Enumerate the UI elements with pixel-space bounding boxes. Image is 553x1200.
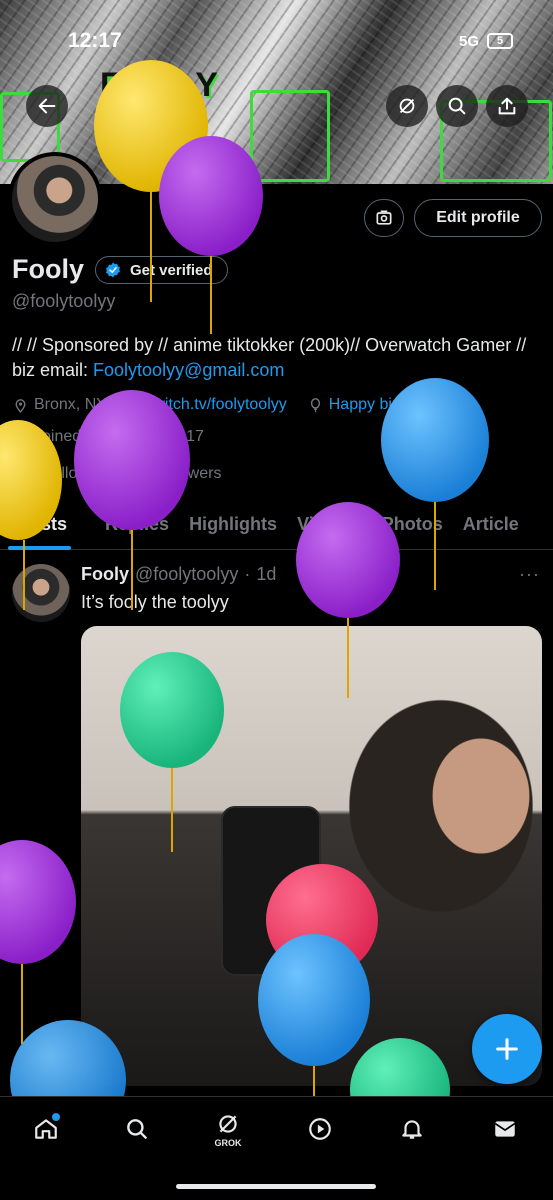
tab-photos[interactable]: Photos (366, 500, 453, 550)
post-author-name[interactable]: Fooly (81, 564, 129, 585)
profile-bio: // // Sponsored by // anime tiktokker (2… (12, 333, 542, 383)
post-separator: · (244, 564, 251, 584)
birthday-item: Happy birthday! (307, 396, 441, 414)
website-link[interactable]: twitch.tv/foolytoolyy (149, 396, 287, 414)
nav-videos[interactable] (300, 1109, 340, 1149)
location-label: Bronx, NY (34, 396, 107, 413)
mail-icon (494, 1121, 516, 1137)
location-item: Bronx, NY (12, 396, 107, 414)
search-button[interactable] (436, 85, 478, 127)
grok-icon (399, 98, 415, 114)
followers-link[interactable]: 661 Followers (122, 465, 221, 483)
compose-button[interactable] (472, 1014, 542, 1084)
battery-icon: 5 (487, 33, 513, 49)
balloon-icon (310, 397, 320, 412)
banner-logo: FOOLY (100, 66, 219, 104)
post-text: It’s fooly the toolyy (81, 592, 229, 612)
nav-notifications[interactable] (392, 1109, 432, 1149)
bio-email-link[interactable]: Foolytoolyy@gmail.com (93, 360, 284, 380)
network-label: 5G (458, 32, 479, 50)
profile-joined: Joined September 2017 (12, 428, 218, 446)
phone-in-photo (221, 806, 321, 976)
get-verified-button[interactable]: Get verified (95, 256, 228, 284)
banner-frame (250, 90, 330, 182)
balloon-icon (0, 840, 76, 964)
birthday-label[interactable]: Happy birthday! (329, 396, 441, 414)
nav-messages[interactable] (485, 1109, 525, 1149)
profile-avatar[interactable] (8, 152, 102, 246)
tab-highlights[interactable]: Highlights (179, 500, 287, 550)
share-icon (498, 97, 516, 115)
back-arrow-icon (38, 98, 56, 114)
profile-meta: Bronx, NY twitch.tv/foolytoolyy Happy bi… (12, 396, 455, 414)
home-indicator[interactable] (176, 1184, 376, 1189)
post-avatar[interactable] (12, 564, 70, 622)
following-link[interactable]: 661 Following (12, 465, 110, 483)
tab-videos[interactable]: Videos (287, 500, 366, 550)
photo-button[interactable] (364, 199, 404, 237)
website-item[interactable]: twitch.tv/foolytoolyy (127, 396, 287, 414)
post-author-handle: @foolytoolyy (135, 564, 239, 584)
share-button[interactable] (486, 85, 528, 127)
nav-home[interactable] (26, 1109, 66, 1149)
calendar-icon (14, 430, 27, 444)
joined-label: Joined September 2017 (34, 428, 204, 445)
notification-dot (52, 1113, 60, 1121)
link-icon (129, 398, 142, 412)
bell-icon (402, 1120, 422, 1139)
plus-icon (496, 1038, 518, 1060)
profile-tabs: Posts Replies Highlights Videos Photos A… (0, 500, 553, 550)
verified-icon (106, 262, 120, 278)
follow-stats: 661 Following 661 Followers (12, 465, 221, 483)
search-icon (448, 97, 466, 115)
search-icon (127, 1119, 147, 1139)
nav-search[interactable] (117, 1109, 157, 1149)
profile-handle: @foolytoolyy (12, 291, 116, 311)
back-button[interactable] (26, 85, 68, 127)
photo-icon (376, 210, 392, 225)
profile-name: Fooly (12, 254, 84, 284)
tab-replies[interactable]: Replies (77, 500, 179, 550)
status-time: 12:17 (68, 29, 122, 52)
location-icon (15, 398, 26, 413)
post-header: Fooly @foolytoolyy · 1d (81, 564, 276, 585)
grok-label: GROK (214, 1137, 242, 1148)
status-bar: 12:17 5G 5 (68, 28, 513, 54)
grok-button[interactable] (386, 85, 428, 127)
get-verified-label: Get verified (130, 261, 213, 279)
joined-item: Joined September 2017 (12, 428, 204, 446)
post-more-button[interactable]: ··· (519, 564, 540, 585)
tab-posts[interactable]: Posts (0, 500, 77, 550)
post-time: 1d (256, 564, 277, 584)
play-icon (309, 1118, 331, 1140)
nav-grok[interactable]: GROK (208, 1109, 248, 1149)
post-image[interactable] (81, 626, 542, 1086)
tab-articles[interactable]: Article (453, 500, 529, 550)
edit-profile-button[interactable]: Edit profile (414, 199, 542, 237)
grok-icon (219, 1114, 237, 1133)
